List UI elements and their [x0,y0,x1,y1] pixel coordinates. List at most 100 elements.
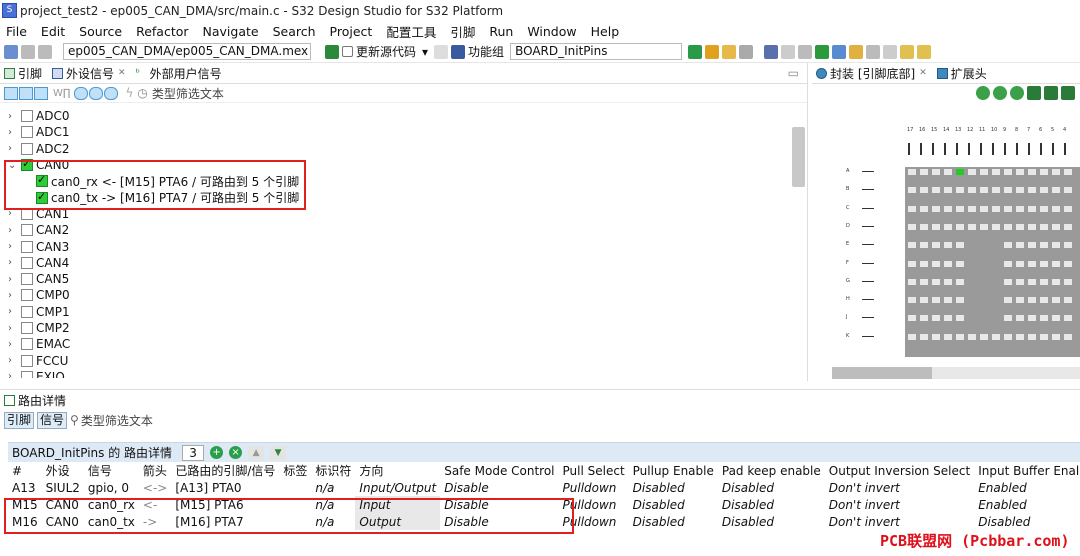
pin-pad[interactable] [956,315,964,322]
tab-peripheral-signals[interactable]: 外设信号 ✕ [52,65,126,82]
pin-pad[interactable] [1064,169,1072,175]
pin-pad[interactable] [908,223,916,230]
pin-pad[interactable] [1016,315,1024,322]
close-icon[interactable]: ✕ [118,68,126,78]
tree-checkbox[interactable] [21,110,33,123]
settings-icon[interactable] [781,44,796,59]
pin-pad[interactable] [932,205,940,212]
menu-item-10[interactable]: Window [527,24,576,39]
column-header[interactable]: Safe Mode Control [440,462,558,479]
pin-pad[interactable] [1016,223,1024,230]
table-cell[interactable]: Disabled [974,513,1080,530]
pin-pad[interactable] [944,169,952,175]
pin-pad[interactable] [1004,278,1012,285]
pin-pad[interactable] [944,297,952,304]
pin-pad[interactable] [1040,205,1048,212]
pin-pad[interactable] [920,333,928,340]
pin-pad[interactable] [980,333,988,340]
pin-pad[interactable] [1064,242,1072,249]
pin-pad[interactable] [1040,260,1048,267]
pin-pad[interactable] [980,223,988,230]
tree-checkbox[interactable] [21,370,33,378]
tool-icon[interactable] [722,44,737,59]
table-cell[interactable]: Don't invert [825,496,974,513]
tab-external-user-signals[interactable]: ᵇ 外部用户信号 [136,65,222,82]
pin-pad[interactable] [1052,187,1060,194]
pin-pad[interactable] [1004,169,1012,175]
pin-pad[interactable] [1004,187,1012,194]
chevron-right-icon[interactable]: › [8,371,21,378]
column-header[interactable]: 信号 [84,462,139,479]
tree-item[interactable]: › ADC2 [0,141,790,157]
menu-item-1[interactable]: Edit [41,24,65,39]
pin-pad[interactable] [968,187,976,194]
pin-pad[interactable] [1064,278,1072,285]
pin-pad[interactable] [1004,223,1012,230]
zoom-out-icon[interactable] [993,86,1007,100]
pin-pad[interactable] [992,223,1000,230]
view-icon[interactable] [764,44,779,59]
tab-headers[interactable]: 扩展头 [936,65,987,82]
tree-item[interactable]: › ADC0 [0,108,790,124]
table-cell[interactable]: Disabled [629,513,718,530]
tab-package[interactable]: 封装 [引脚底部] ✕ [816,65,927,82]
chevron-right-icon[interactable]: › [8,257,21,268]
debug-icon[interactable] [798,44,813,59]
tree-checkbox[interactable] [21,126,33,139]
pin-pad[interactable] [992,169,1000,175]
pin-pad[interactable] [1028,223,1036,230]
pin-pad[interactable] [956,223,964,230]
pin-pad[interactable] [1004,260,1012,267]
chevron-right-icon[interactable]: › [8,143,21,154]
pin-pad[interactable] [1028,169,1036,175]
tree-checkbox[interactable] [21,322,33,334]
column-header[interactable]: 外设 [42,462,84,479]
pin-pad[interactable] [1016,169,1024,175]
table-cell[interactable]: Disable [440,479,558,496]
pin-pad[interactable] [1064,297,1072,304]
pin-pad[interactable] [908,333,916,340]
pin-pad[interactable] [920,260,928,267]
pin-pad[interactable] [1064,187,1072,194]
pin-pad[interactable] [992,187,1000,194]
pin-pad[interactable] [1004,297,1012,304]
pin-pad[interactable] [908,260,916,267]
pin-pad[interactable] [944,205,952,212]
pin-pad[interactable] [908,169,916,175]
pin-pad[interactable] [1052,278,1060,285]
pin-pad[interactable] [1052,205,1060,212]
pin-pad[interactable] [920,205,928,212]
pencil-icon[interactable] [705,44,720,59]
function-group-select[interactable]: BOARD_InitPins [510,43,683,60]
pin-pad[interactable] [932,315,940,322]
pin-pad[interactable] [1040,187,1048,194]
table-cell[interactable]: Don't invert [825,513,974,530]
pin-pad[interactable] [1040,223,1048,230]
globe-icon[interactable] [832,44,847,59]
column-header[interactable]: 标识符 [311,462,355,479]
chevron-right-icon[interactable]: › [8,127,21,138]
pin-pad[interactable] [1028,260,1036,267]
chevron-right-icon[interactable]: › [8,355,21,366]
table-cell[interactable]: n/a [311,479,355,496]
filter-toggle-icon-3[interactable] [34,86,48,100]
table-cell[interactable]: Disabled [718,496,825,513]
refresh-icon[interactable] [739,44,754,59]
pin-pad[interactable] [980,205,988,212]
table-cell[interactable]: Enabled [974,479,1080,496]
chip-view-2-icon[interactable] [1061,86,1075,100]
chevron-right-icon[interactable]: › [8,225,21,236]
pin-pad[interactable] [956,260,964,267]
table-cell[interactable]: Disabled [718,513,825,530]
pin-pad[interactable] [1016,187,1024,194]
pin-pad[interactable] [1040,297,1048,304]
rotate-icon[interactable] [1010,86,1024,100]
pin-pad[interactable] [908,278,916,285]
pin-pad[interactable] [1028,205,1036,212]
pin-pad[interactable] [1028,315,1036,322]
pin-pad[interactable] [956,333,964,340]
tree-checkbox[interactable] [21,224,33,237]
pin-pad[interactable] [932,223,940,230]
menu-item-6[interactable]: Project [330,24,373,39]
column-header[interactable]: 方向 [355,462,440,479]
